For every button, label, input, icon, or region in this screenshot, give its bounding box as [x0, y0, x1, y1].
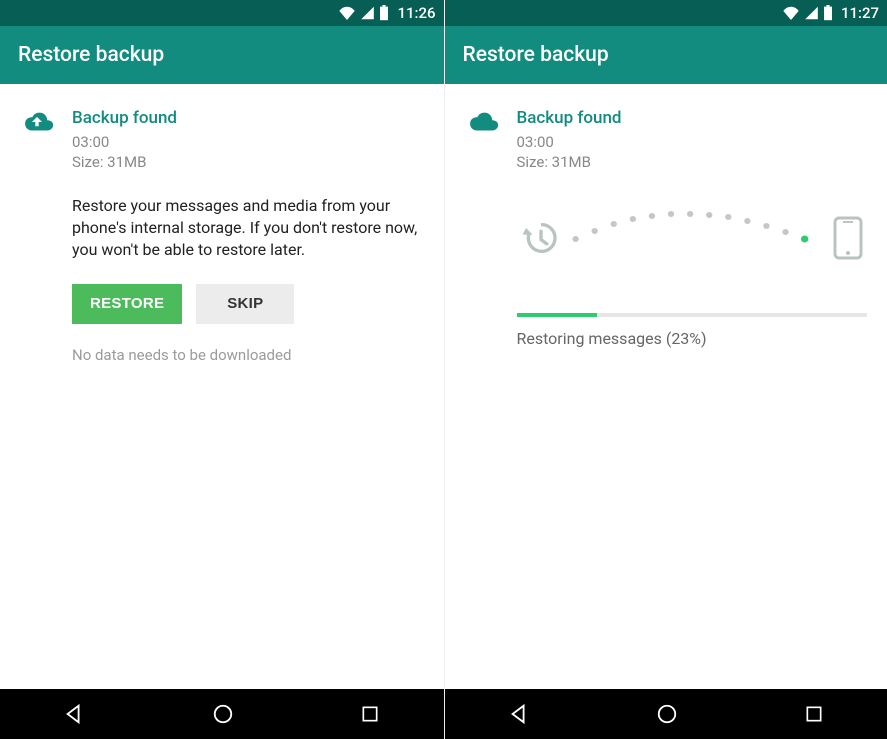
transfer-graphic [517, 203, 868, 273]
app-bar: Restore backup [0, 26, 444, 84]
cell-signal-icon [804, 6, 819, 20]
nav-home-button[interactable] [636, 693, 698, 735]
screen-restore-prompt: 11:26 Restore backup Backup found 03:00 … [0, 0, 444, 739]
status-time: 11:26 [397, 4, 435, 22]
status-time: 11:27 [841, 4, 879, 22]
backup-found-title: Backup found [517, 108, 868, 128]
nav-home-button[interactable] [192, 693, 254, 735]
status-bar: 11:27 [445, 0, 887, 26]
app-bar: Restore backup [445, 26, 887, 84]
cloud-upload-icon [20, 108, 54, 364]
cell-signal-icon [360, 6, 375, 20]
app-bar-title: Restore backup [463, 43, 609, 67]
nav-back-button[interactable] [43, 693, 105, 735]
backup-size: Size: 31MB [72, 152, 424, 172]
navigation-bar [445, 689, 887, 739]
battery-icon [379, 5, 389, 21]
status-bar: 11:26 [0, 0, 444, 26]
cloud-icon [465, 108, 499, 348]
transfer-dots [565, 209, 820, 249]
no-data-text: No data needs to be downloaded [72, 346, 424, 364]
progress-bar [517, 313, 868, 317]
nav-back-button[interactable] [488, 693, 550, 735]
skip-button[interactable]: SKIP [196, 284, 294, 324]
progress-fill [517, 313, 598, 317]
app-bar-title: Restore backup [18, 43, 164, 67]
backup-size: Size: 31MB [517, 152, 868, 172]
nav-recent-button[interactable] [784, 694, 844, 734]
phone-icon [833, 216, 863, 260]
wifi-icon [782, 6, 800, 20]
content-area: Backup found 03:00 Size: 31MB Restore yo… [0, 84, 444, 689]
progress-label: Restoring messages (23%) [517, 329, 868, 348]
battery-icon [823, 5, 833, 21]
content-area: Backup found 03:00 Size: 31MB [445, 84, 887, 689]
backup-info: Backup found 03:00 Size: 31MB [517, 108, 868, 348]
backup-time: 03:00 [72, 132, 424, 152]
navigation-bar [0, 689, 444, 739]
backup-info: Backup found 03:00 Size: 31MB Restore yo… [72, 108, 424, 364]
restore-button[interactable]: RESTORE [72, 284, 182, 324]
nav-recent-button[interactable] [340, 694, 400, 734]
history-icon [521, 218, 561, 258]
backup-time: 03:00 [517, 132, 868, 152]
restore-description: Restore your messages and media from you… [72, 195, 424, 262]
screen-restore-progress: 11:27 Restore backup Backup found 03:00 … [444, 0, 887, 739]
wifi-icon [338, 6, 356, 20]
backup-found-title: Backup found [72, 108, 424, 128]
